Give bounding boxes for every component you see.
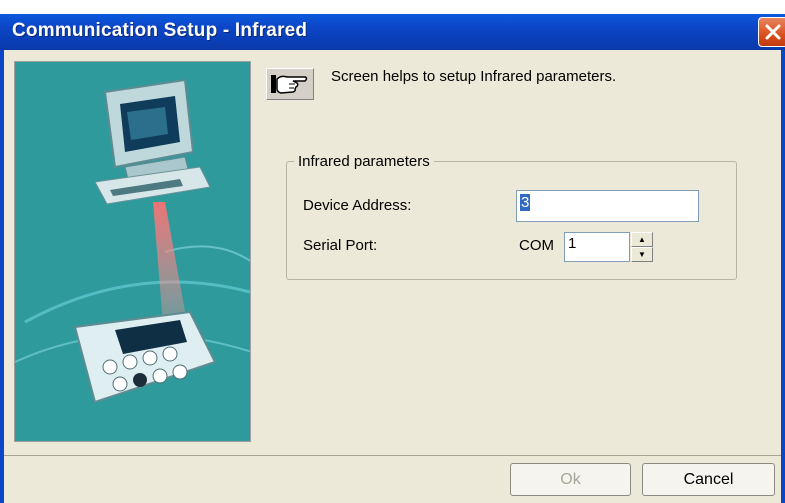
close-button[interactable] — [758, 17, 785, 47]
arrow-up-icon: ▲ — [638, 235, 646, 244]
serial-port-prefix: COM — [519, 237, 554, 254]
hint-text: Screen helps to setup Infrared parameter… — [331, 68, 617, 85]
ok-button[interactable]: Ok — [510, 463, 631, 496]
spin-up-button[interactable]: ▲ — [631, 232, 653, 247]
window-frame-left — [0, 50, 4, 503]
arrow-down-icon: ▼ — [638, 250, 646, 259]
spin-down-button[interactable]: ▼ — [631, 247, 653, 262]
device-address-value: 3 — [520, 194, 531, 211]
group-title: Infrared parameters — [294, 153, 434, 170]
device-address-input[interactable]: 3 — [516, 190, 699, 222]
title-bar-area: Communication Setup - Infrared — [0, 0, 785, 50]
pointing-hand-icon — [266, 68, 314, 100]
window-frame-right — [781, 50, 785, 503]
dialog-window: Communication Setup - Infrared Screen he… — [0, 0, 785, 503]
window-title: Communication Setup - Infrared — [12, 20, 308, 41]
serial-port-input[interactable]: 1 — [564, 232, 630, 262]
device-address-label: Device Address: — [303, 197, 412, 214]
divider — [4, 455, 781, 456]
cancel-button[interactable]: Cancel — [642, 463, 775, 496]
infrared-illustration — [14, 61, 251, 442]
serial-port-label: Serial Port: — [303, 237, 378, 254]
close-icon — [765, 24, 781, 40]
